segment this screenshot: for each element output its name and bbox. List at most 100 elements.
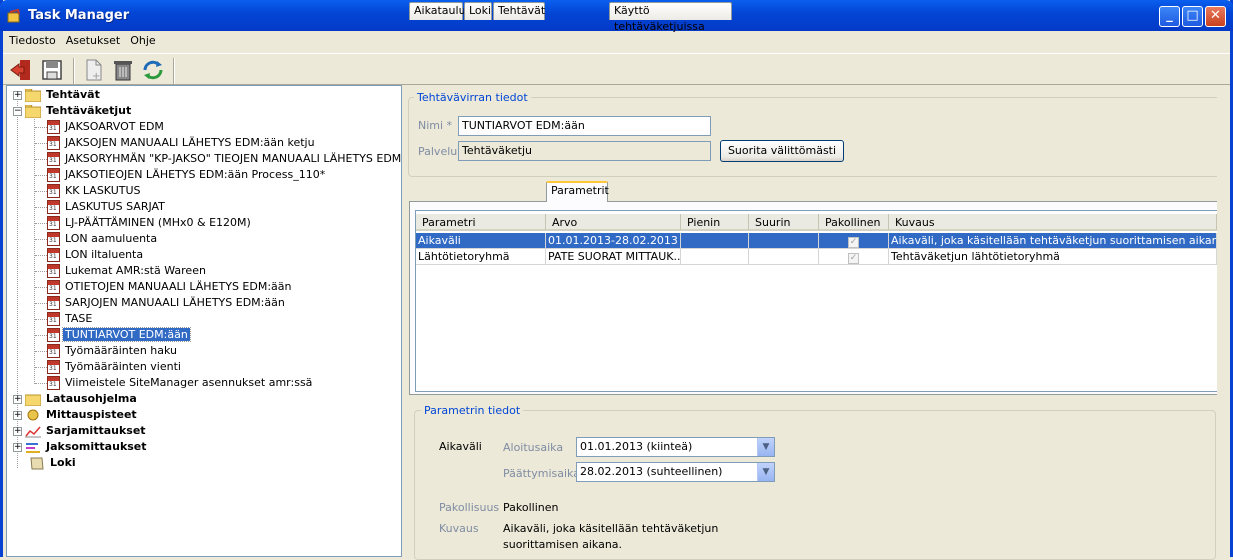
expand-toggle[interactable]: + bbox=[13, 411, 22, 420]
refresh-icon[interactable] bbox=[141, 58, 165, 82]
log-scroll-icon bbox=[30, 457, 44, 469]
bar-chart-icon bbox=[26, 442, 40, 453]
expand-toggle[interactable]: + bbox=[13, 395, 22, 404]
tab-tehtavat[interactable]: Tehtävät bbox=[493, 2, 545, 20]
expand-toggle[interactable]: + bbox=[13, 443, 22, 452]
tab-kaytto-tehtavaketjuissa[interactable]: Käyttö tehtäväketjuissa bbox=[609, 2, 732, 33]
column-header-pakollinen[interactable]: Pakollinen bbox=[819, 214, 889, 231]
expand-toggle[interactable]: + bbox=[13, 427, 22, 436]
tree-item-chain[interactable]: Viimeistele SiteManager asennukset amr:s… bbox=[47, 375, 314, 391]
task-flow-info-title: Tehtävävirran tiedot bbox=[414, 91, 531, 104]
parameters-panel: Parametri Arvo Pienin Suurin Pakollinen … bbox=[409, 201, 1224, 395]
tree-item-chain[interactable]: Työmääräinten haku bbox=[47, 343, 179, 359]
tree-item-label: LASKUTUS SARJAT bbox=[65, 200, 165, 213]
tree-item-chain[interactable]: SARJOJEN MANUAALI LÄHETYS EDM:ään bbox=[47, 295, 287, 311]
column-header-pienin[interactable]: Pienin bbox=[681, 214, 749, 231]
tree-item-chain[interactable]: LJ-PÄÄTTÄMINEN (MHx0 & E120M) bbox=[47, 215, 253, 231]
tree-item-label: OTIETOJEN MANUAALI LÄHETYS EDM:ään bbox=[65, 280, 292, 293]
tree-item-sarjamittaukset[interactable]: Sarjamittaukset bbox=[25, 423, 148, 439]
vertical-scrollbar[interactable] bbox=[1217, 85, 1230, 557]
tree-item-chain[interactable]: LASKUTUS SARJAT bbox=[47, 199, 167, 215]
parameter-info-title: Parametrin tiedot bbox=[421, 404, 524, 417]
menu-asetukset[interactable]: Asetukset bbox=[60, 31, 125, 47]
tree-item-chain[interactable]: JAKSOJEN MANUAALI LÄHETYS EDM:ään ketju bbox=[47, 135, 317, 151]
tree-item-loki[interactable]: Loki bbox=[29, 455, 78, 471]
tree-item-label: LON iltaluenta bbox=[65, 248, 144, 261]
parameters-table[interactable]: Parametri Arvo Pienin Suurin Pakollinen … bbox=[415, 210, 1220, 392]
exit-icon[interactable] bbox=[9, 58, 33, 82]
collapse-toggle[interactable]: − bbox=[13, 107, 22, 116]
tab-aikataulu[interactable]: Aikataulu bbox=[409, 2, 466, 20]
tree-item-label: Viimeistele SiteManager asennukset amr:s… bbox=[65, 376, 313, 389]
tree-item-latausohjelma[interactable]: Latausohjelma bbox=[25, 391, 139, 407]
column-header-arvo[interactable]: Arvo bbox=[546, 214, 681, 231]
tree-item-jaksomittaukset[interactable]: Jaksomittaukset bbox=[25, 439, 149, 455]
column-header-suurin[interactable]: Suurin bbox=[749, 214, 819, 231]
tree-item-chain[interactable]: LON iltaluenta bbox=[47, 247, 145, 263]
tree-item-label: LON aamuluenta bbox=[65, 232, 158, 245]
tree-item-chain[interactable]: JAKSORYHMÄN "KP-JAKSO" TIEOJEN MANUAALI … bbox=[47, 151, 402, 167]
column-header-parametri[interactable]: Parametri bbox=[416, 214, 546, 231]
close-button[interactable]: ✕ bbox=[1205, 6, 1226, 27]
run-immediately-button[interactable]: Suorita välittömästi bbox=[720, 140, 844, 162]
name-input[interactable]: TUNTIARVOT EDM:ään bbox=[458, 116, 711, 136]
tree-item-chain[interactable]: TUNTIARVOT EDM:ään bbox=[47, 327, 191, 343]
description-label: Kuvaus bbox=[439, 522, 479, 535]
tree-item-label: JAKSOTIEOJEN LÄHETYS EDM:ään Process_110… bbox=[65, 168, 326, 181]
calendar-icon bbox=[47, 136, 60, 150]
start-time-select[interactable]: 01.01.2013 (kiinteä) ▼ bbox=[576, 437, 775, 457]
menu-ohje[interactable]: Ohje bbox=[124, 31, 159, 47]
menu-tiedosto[interactable]: Tiedosto bbox=[3, 31, 60, 47]
tree-item-chain[interactable]: TASE bbox=[47, 311, 94, 327]
calendar-icon bbox=[47, 184, 60, 198]
delete-icon[interactable] bbox=[111, 58, 135, 82]
tree-item-label: Työmääräinten haku bbox=[65, 344, 177, 357]
calendar-icon bbox=[47, 280, 60, 294]
tree-item-chain[interactable]: JAKSOARVOT EDM bbox=[47, 119, 166, 135]
save-icon[interactable] bbox=[40, 58, 64, 82]
tree-item-label: KK LASKUTUS bbox=[65, 184, 141, 197]
tree-item-tehtavat[interactable]: Tehtävät bbox=[25, 87, 102, 103]
cell-value: 01.01.2013-28.02.2013 ... bbox=[546, 233, 681, 249]
calendar-icon bbox=[47, 248, 60, 262]
new-document-icon[interactable]: + bbox=[82, 58, 106, 82]
chevron-down-icon[interactable]: ▼ bbox=[757, 463, 774, 481]
task-manager-window: Task Manager _ □ ✕ Tiedosto Asetukset Ohje… bbox=[0, 0, 1233, 560]
tree-item-chain[interactable]: OTIETOJEN MANUAALI LÄHETYS EDM:ään bbox=[47, 279, 294, 295]
cell-required: ✓ bbox=[819, 233, 889, 249]
calendar-icon bbox=[47, 216, 60, 230]
cell-required: ✓ bbox=[819, 249, 889, 265]
column-header-kuvaus[interactable]: Kuvaus bbox=[889, 214, 1217, 231]
calendar-icon bbox=[47, 312, 60, 326]
tree-item-chain[interactable]: KK LASKUTUS bbox=[47, 183, 143, 199]
tree-item-label: JAKSORYHMÄN "KP-JAKSO" TIEOJEN MANUAALI … bbox=[65, 152, 402, 165]
tree-item-label: LJ-PÄÄTTÄMINEN (MHx0 & E120M) bbox=[65, 216, 251, 229]
tree-item-mittauspisteet[interactable]: Mittauspisteet bbox=[25, 407, 139, 423]
toolbar-separator bbox=[173, 58, 175, 84]
cell-min bbox=[681, 249, 749, 265]
calendar-icon bbox=[47, 328, 60, 342]
tree-item-chain[interactable]: Lukemat AMR:stä Wareen bbox=[47, 263, 208, 279]
measuring-point-icon bbox=[27, 409, 39, 420]
required-checkbox: ✓ bbox=[848, 237, 859, 248]
name-label: Nimi * bbox=[418, 119, 453, 132]
tree-item-tehtavaketjut[interactable]: Tehtäväketjut bbox=[25, 103, 133, 119]
required-value: Pakollinen bbox=[503, 501, 559, 514]
chevron-down-icon[interactable]: ▼ bbox=[757, 438, 774, 456]
navigation-tree[interactable]: + Tehtävät − Tehtäväketjut JAKSOARVOT ED… bbox=[6, 85, 402, 557]
cell-param: Aikaväli bbox=[416, 233, 546, 249]
end-time-select[interactable]: 28.02.2013 (suhteellinen) ▼ bbox=[576, 462, 775, 482]
required-checkbox: ✓ bbox=[848, 253, 859, 264]
description-line-2: suorittamisen aikana. bbox=[503, 538, 623, 551]
minimize-button[interactable]: _ bbox=[1159, 6, 1180, 27]
end-time-label: Päättymisaika bbox=[503, 467, 580, 480]
expand-toggle[interactable]: + bbox=[13, 91, 22, 100]
tab-parametrit[interactable]: Parametrit bbox=[546, 181, 609, 202]
cell-description: Aikaväli, joka käsitellään tehtäväketjun… bbox=[889, 233, 1217, 249]
tree-item-chain[interactable]: LON aamuluenta bbox=[47, 231, 159, 247]
tree-item-chain[interactable]: JAKSOTIEOJEN LÄHETYS EDM:ään Process_110… bbox=[47, 167, 327, 183]
tab-loki[interactable]: Loki bbox=[464, 2, 492, 20]
tree-item-chain[interactable]: Työmääräinten vienti bbox=[47, 359, 183, 375]
maximize-button[interactable]: □ bbox=[1182, 6, 1203, 27]
tree-item-label: Lukemat AMR:stä Wareen bbox=[65, 264, 206, 277]
